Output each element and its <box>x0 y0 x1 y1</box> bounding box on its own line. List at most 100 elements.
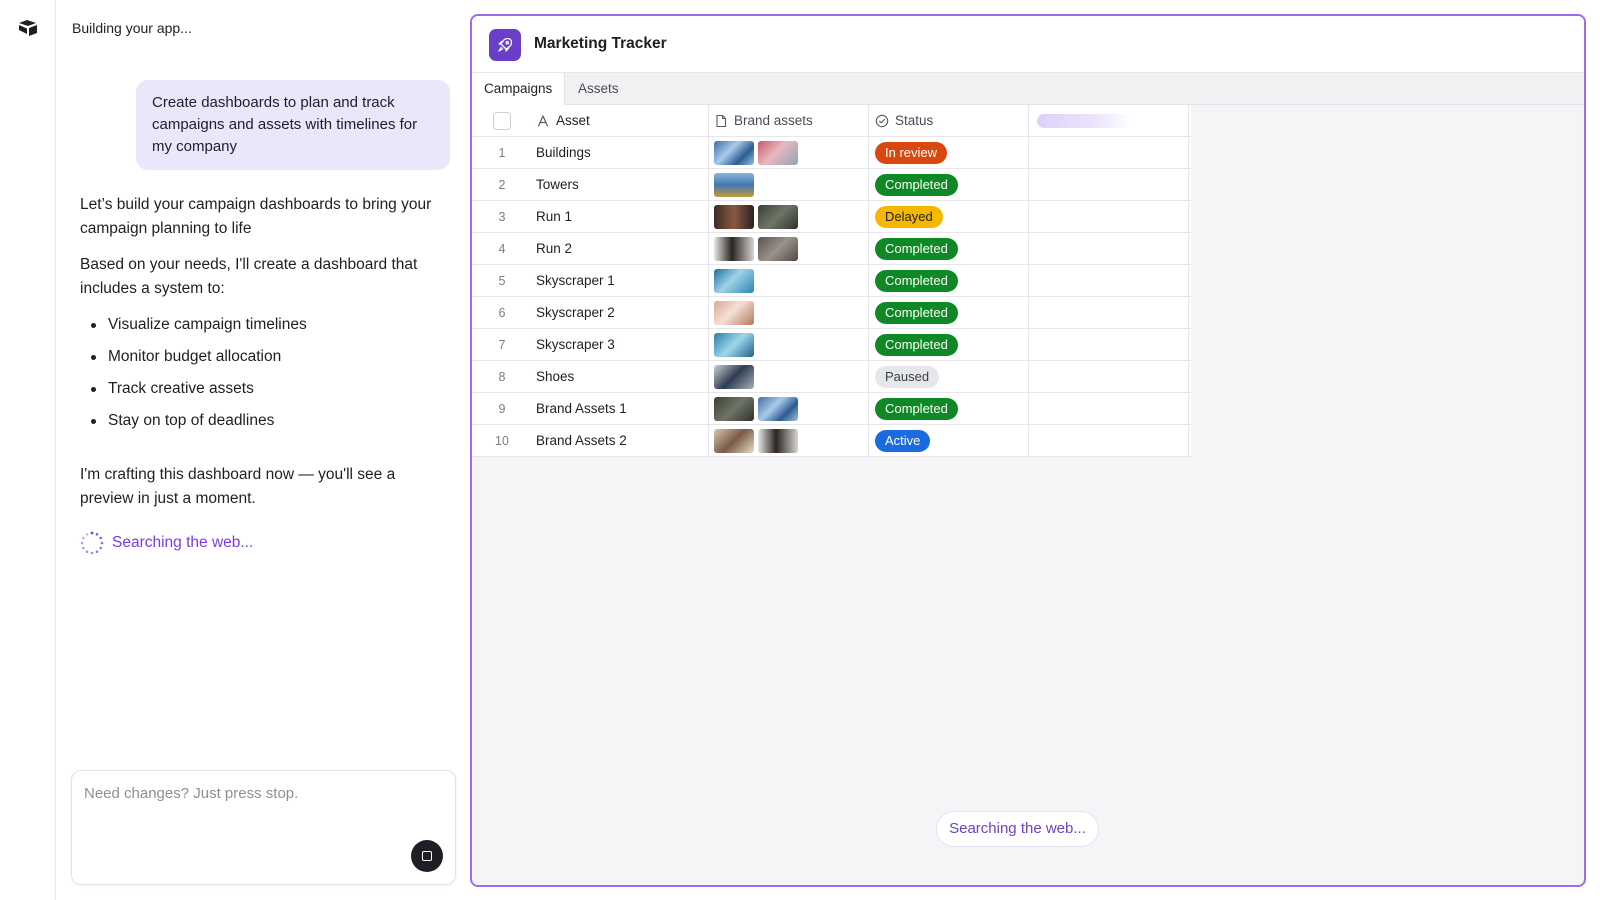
airtable-logo-icon[interactable] <box>18 19 38 37</box>
asset-name-cell[interactable]: Brand Assets 1 <box>532 393 709 424</box>
status-badge: Active <box>875 429 931 452</box>
column-label-asset: Asset <box>556 113 590 128</box>
status-cell[interactable]: Completed <box>869 329 1029 360</box>
brand-assets-cell[interactable] <box>709 361 869 392</box>
asset-thumbnail[interactable] <box>758 428 798 453</box>
status-badge: Completed <box>875 173 958 196</box>
brand-assets-cell[interactable] <box>709 265 869 296</box>
assistant-bullet-list: Visualize campaign timelines Monitor bud… <box>80 313 450 441</box>
loading-spinner-icon <box>80 531 104 555</box>
status-cell[interactable]: Completed <box>869 393 1029 424</box>
chat-title: Building your app... <box>72 20 192 36</box>
column-header-asset[interactable]: Asset <box>532 105 709 136</box>
searching-text: Searching the web... <box>112 534 254 551</box>
tab-assets[interactable]: Assets <box>566 73 631 105</box>
message-input[interactable] <box>84 785 404 825</box>
tab-bar: Campaigns Assets <box>472 73 1584 106</box>
assistant-intro: Let’s build your campaign dashboards to … <box>80 196 432 237</box>
status-cell[interactable]: Completed <box>869 233 1029 264</box>
asset-thumbnail[interactable] <box>714 140 754 165</box>
table-body: 1 Buildings In review 2 Towers Completed 3 Run … <box>472 137 1191 457</box>
row-number: 4 <box>498 241 506 256</box>
left-rail <box>0 0 56 900</box>
empty-cell <box>1029 329 1189 360</box>
asset-name-cell[interactable]: Towers <box>532 169 709 200</box>
status-badge: Completed <box>875 397 958 420</box>
table-row[interactable]: 5 Skyscraper 1 Completed <box>472 265 1191 297</box>
table-row[interactable]: 3 Run 1 Delayed <box>472 201 1191 233</box>
status-badge: Completed <box>875 269 958 292</box>
brand-assets-cell[interactable] <box>709 137 869 168</box>
asset-name-cell[interactable]: Skyscraper 2 <box>532 297 709 328</box>
asset-thumbnail[interactable] <box>714 396 754 421</box>
asset-thumbnail[interactable] <box>758 236 798 261</box>
brand-assets-cell[interactable] <box>709 297 869 328</box>
table-row[interactable]: 6 Skyscraper 2 Completed <box>472 297 1191 329</box>
asset-thumbnail[interactable] <box>714 172 754 197</box>
app-header: Marketing Tracker <box>472 16 1584 73</box>
asset-name-cell[interactable]: Run 1 <box>532 201 709 232</box>
brand-assets-cell[interactable] <box>709 169 869 200</box>
row-number: 5 <box>498 273 506 288</box>
stop-button[interactable] <box>411 840 443 872</box>
asset-thumbnail[interactable] <box>714 268 754 293</box>
asset-thumbnail[interactable] <box>714 428 754 453</box>
row-number: 9 <box>498 401 506 416</box>
asset-thumbnail[interactable] <box>758 204 798 229</box>
app-title: Marketing Tracker <box>534 35 667 52</box>
list-item: Monitor budget allocation <box>80 345 450 377</box>
asset-name-cell[interactable]: Skyscraper 3 <box>532 329 709 360</box>
asset-thumbnail[interactable] <box>714 236 754 261</box>
brand-assets-cell[interactable] <box>709 393 869 424</box>
status-cell[interactable]: Completed <box>869 265 1029 296</box>
status-cell[interactable]: Completed <box>869 169 1029 200</box>
brand-assets-cell[interactable] <box>709 233 869 264</box>
status-cell[interactable]: Paused <box>869 361 1029 392</box>
brand-assets-cell[interactable] <box>709 201 869 232</box>
status-badge: Delayed <box>875 205 943 228</box>
status-cell[interactable]: Delayed <box>869 201 1029 232</box>
column-header-status[interactable]: Status <box>869 105 1029 136</box>
row-number: 10 <box>495 433 509 448</box>
asset-thumbnail[interactable] <box>714 204 754 229</box>
asset-thumbnail[interactable] <box>758 396 798 421</box>
asset-name-cell[interactable]: Skyscraper 1 <box>532 265 709 296</box>
select-all-cell <box>472 105 532 136</box>
list-item: Track creative assets <box>80 377 450 409</box>
row-number: 2 <box>498 177 506 192</box>
table-row[interactable]: 9 Brand Assets 1 Completed <box>472 393 1191 425</box>
status-cell[interactable]: Completed <box>869 297 1029 328</box>
empty-cell <box>1029 137 1189 168</box>
status-badge: Completed <box>875 237 958 260</box>
campaigns-table: Asset Brand assets Status 1 Buildings In… <box>472 105 1191 457</box>
asset-thumbnail[interactable] <box>714 364 754 389</box>
asset-name-cell[interactable]: Shoes <box>532 361 709 392</box>
app-icon <box>489 29 521 61</box>
brand-assets-cell[interactable] <box>709 329 869 360</box>
asset-thumbnail[interactable] <box>758 140 798 165</box>
column-header-brand-assets[interactable]: Brand assets <box>709 105 869 136</box>
table-row[interactable]: 8 Shoes Paused <box>472 361 1191 393</box>
asset-thumbnail[interactable] <box>714 332 754 357</box>
empty-cell <box>1029 361 1189 392</box>
column-label-brand-assets: Brand assets <box>734 113 813 128</box>
table-row[interactable]: 4 Run 2 Completed <box>472 233 1191 265</box>
empty-cell <box>1029 201 1189 232</box>
table-row[interactable]: 2 Towers Completed <box>472 169 1191 201</box>
searching-pill: Searching the web... <box>936 811 1099 847</box>
tab-campaigns[interactable]: Campaigns <box>472 73 566 106</box>
table-row[interactable]: 10 Brand Assets 2 Active <box>472 425 1191 457</box>
asset-thumbnail[interactable] <box>714 300 754 325</box>
asset-name-cell[interactable]: Brand Assets 2 <box>532 425 709 456</box>
asset-name-cell[interactable]: Buildings <box>532 137 709 168</box>
brand-assets-cell[interactable] <box>709 425 869 456</box>
message-composer <box>71 770 456 885</box>
column-header-loading <box>1029 105 1189 136</box>
table-row[interactable]: 1 Buildings In review <box>472 137 1191 169</box>
table-row[interactable]: 7 Skyscraper 3 Completed <box>472 329 1191 361</box>
status-cell[interactable]: In review <box>869 137 1029 168</box>
status-cell[interactable]: Active <box>869 425 1029 456</box>
select-all-checkbox[interactable] <box>493 111 511 130</box>
asset-name-cell[interactable]: Run 2 <box>532 233 709 264</box>
chat-panel: Building your app... Create dashboards t… <box>56 0 462 900</box>
